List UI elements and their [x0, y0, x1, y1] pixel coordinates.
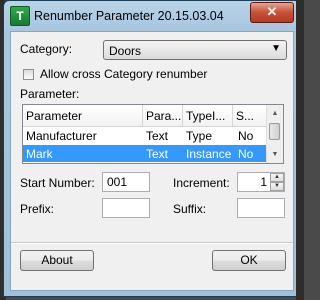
table-scrollbar[interactable]: ▲ ▼ — [266, 105, 283, 163]
scroll-thumb[interactable] — [269, 123, 280, 140]
cell-shared: No — [238, 129, 254, 143]
cell-param-type: Text — [146, 147, 169, 161]
parameter-table[interactable]: Parameter Para... TypeI... S... Manufact… — [22, 104, 284, 164]
prefix-field[interactable] — [102, 198, 150, 218]
cross-category-checkbox[interactable] — [23, 69, 34, 80]
start-number-field[interactable]: 001 — [102, 172, 150, 192]
increment-up-icon[interactable]: ▲ — [270, 173, 284, 182]
column-header-param-type[interactable]: Para... — [143, 105, 183, 127]
suffix-field[interactable] — [237, 198, 285, 218]
about-button[interactable]: About — [20, 250, 94, 271]
dialog-client-area: Category: Doors ▼ Allow cross Category r… — [10, 31, 294, 291]
scroll-down-icon[interactable]: ▼ — [268, 147, 282, 162]
parameter-label: Parameter: — [20, 87, 80, 101]
increment-label: Increment: — [173, 176, 230, 190]
scroll-up-icon[interactable]: ▲ — [268, 106, 282, 121]
category-dropdown-value: Doors — [109, 44, 142, 58]
category-label: Category: — [20, 42, 73, 56]
column-header-parameter[interactable]: Parameter — [23, 105, 143, 127]
background-edge — [296, 0, 304, 300]
cell-shared: No — [238, 147, 254, 161]
start-number-label: Start Number: — [20, 176, 95, 190]
cell-param-type: Text — [146, 129, 169, 143]
cell-parameter: Manufacturer — [26, 129, 97, 143]
close-button[interactable]: ✕ — [250, 2, 294, 23]
title-bar[interactable]: T Renumber Parameter 20.15.03.04 ✕ — [4, 1, 300, 31]
dialog-window: T Renumber Parameter 20.15.03.04 ✕ Categ… — [3, 0, 301, 297]
column-header-type-instance[interactable]: TypeI... — [183, 105, 233, 127]
table-row-selected[interactable]: Mark Text Instance No — [23, 145, 269, 162]
cell-parameter: Mark — [26, 147, 53, 161]
ok-button[interactable]: OK — [212, 250, 286, 271]
chevron-down-icon: ▼ — [271, 43, 281, 54]
window-title: Renumber Parameter 20.15.03.04 — [34, 9, 224, 23]
cell-type-instance: Type — [186, 129, 213, 143]
divider — [11, 242, 293, 244]
cell-type-instance: Instance — [186, 147, 232, 161]
table-row[interactable]: Manufacturer Text Type No — [23, 127, 269, 144]
cross-category-label[interactable]: Allow cross Category renumber — [40, 67, 207, 81]
suffix-label: Suffix: — [173, 202, 207, 216]
prefix-label: Prefix: — [20, 202, 55, 216]
category-dropdown[interactable]: Doors ▼ — [103, 40, 287, 60]
column-header-shared[interactable]: S... — [233, 105, 269, 127]
app-icon: T — [10, 6, 30, 26]
increment-down-icon[interactable]: ▼ — [270, 182, 284, 191]
